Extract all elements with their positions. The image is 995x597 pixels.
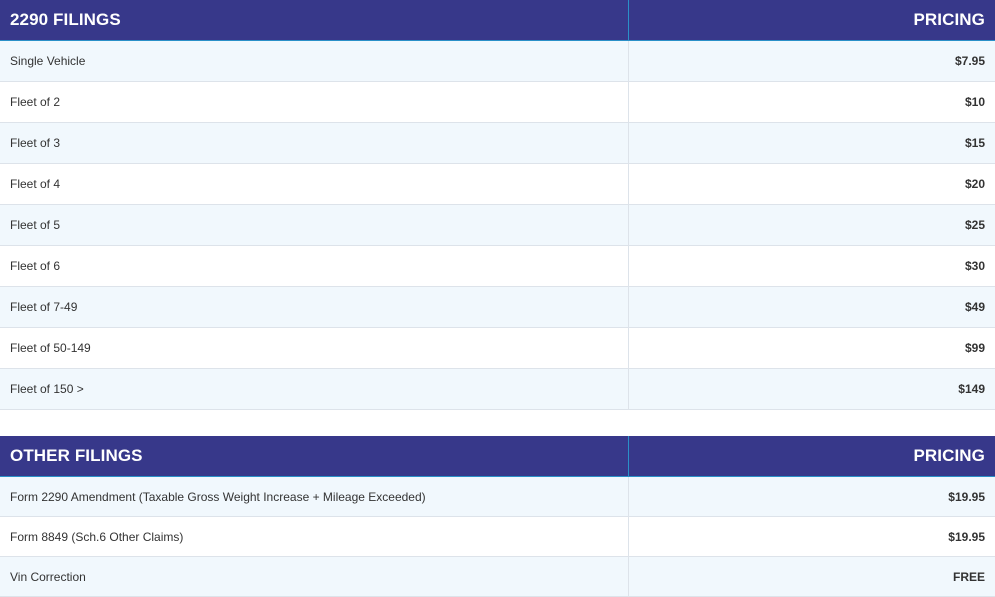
pricing-heading: PRICING bbox=[628, 436, 995, 477]
filing-price: $30 bbox=[628, 245, 995, 287]
filing-price: $25 bbox=[628, 204, 995, 246]
table-row: Single Vehicle $7.95 bbox=[0, 40, 995, 82]
pricing-page: 2290 FILINGS PRICING Single Vehicle $7.9… bbox=[0, 0, 995, 597]
table-row: Fleet of 4 $20 bbox=[0, 163, 995, 205]
table-row: Form 2290 Amendment (Taxable Gross Weigh… bbox=[0, 476, 995, 517]
table-row: Fleet of 50-149 $99 bbox=[0, 327, 995, 369]
filing-price: $49 bbox=[628, 286, 995, 328]
table-row: Vin Correction FREE bbox=[0, 556, 995, 597]
filing-name: Fleet of 4 bbox=[0, 163, 629, 205]
filing-name: Fleet of 2 bbox=[0, 81, 629, 123]
filing-name: Fleet of 3 bbox=[0, 122, 629, 164]
pricing-heading: PRICING bbox=[628, 0, 995, 41]
filing-price: $19.95 bbox=[628, 516, 995, 557]
filing-price: $99 bbox=[628, 327, 995, 369]
filing-name: Fleet of 150 > bbox=[0, 368, 629, 410]
filing-name: Form 2290 Amendment (Taxable Gross Weigh… bbox=[0, 476, 629, 517]
filing-price: FREE bbox=[628, 556, 995, 597]
table-row: Fleet of 2 $10 bbox=[0, 81, 995, 123]
filing-price: $7.95 bbox=[628, 40, 995, 82]
table-row: Fleet of 5 $25 bbox=[0, 204, 995, 246]
table-header-row: 2290 FILINGS PRICING bbox=[0, 0, 995, 41]
table-row: Fleet of 150 > $149 bbox=[0, 368, 995, 410]
filings-2290-table: 2290 FILINGS PRICING Single Vehicle $7.9… bbox=[0, 0, 995, 410]
filing-price: $19.95 bbox=[628, 476, 995, 517]
filings-2290-heading: 2290 FILINGS bbox=[0, 0, 629, 41]
filing-price: $10 bbox=[628, 81, 995, 123]
table-row: Fleet of 3 $15 bbox=[0, 122, 995, 164]
filing-name: Fleet of 7-49 bbox=[0, 286, 629, 328]
filing-name: Fleet of 6 bbox=[0, 245, 629, 287]
filing-name: Fleet of 5 bbox=[0, 204, 629, 246]
filing-price: $149 bbox=[628, 368, 995, 410]
filing-name: Form 8849 (Sch.6 Other Claims) bbox=[0, 516, 629, 557]
filing-price: $15 bbox=[628, 122, 995, 164]
filing-name: Single Vehicle bbox=[0, 40, 629, 82]
table-header-row: OTHER FILINGS PRICING bbox=[0, 436, 995, 477]
table-row: Fleet of 7-49 $49 bbox=[0, 286, 995, 328]
table-row: Form 8849 (Sch.6 Other Claims) $19.95 bbox=[0, 516, 995, 557]
other-filings-table: OTHER FILINGS PRICING Form 2290 Amendmen… bbox=[0, 436, 995, 597]
filing-name: Vin Correction bbox=[0, 556, 629, 597]
table-row: Fleet of 6 $30 bbox=[0, 245, 995, 287]
filing-name: Fleet of 50-149 bbox=[0, 327, 629, 369]
other-filings-heading: OTHER FILINGS bbox=[0, 436, 629, 477]
filing-price: $20 bbox=[628, 163, 995, 205]
